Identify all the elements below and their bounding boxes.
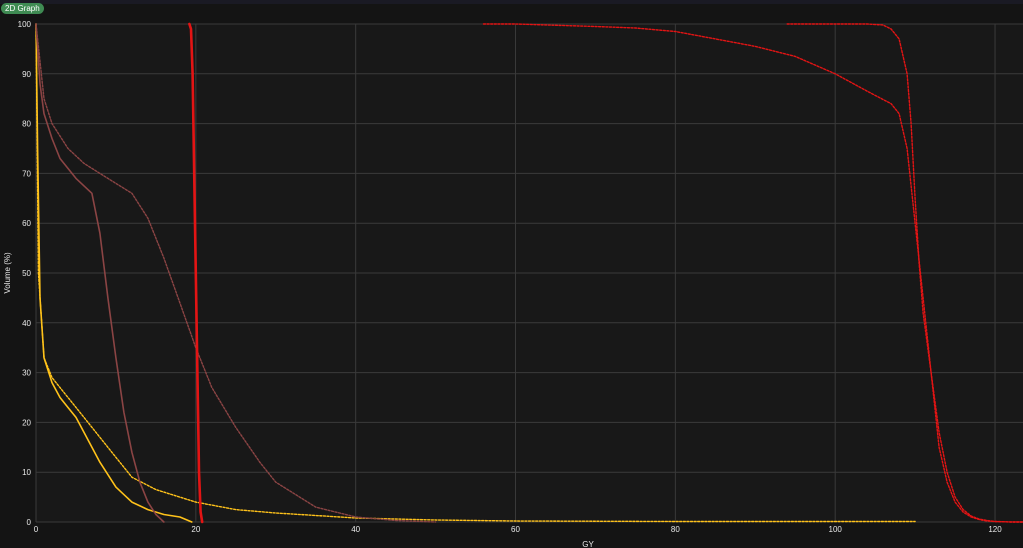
- y-tick-label: 0: [27, 518, 32, 527]
- y-tick-label: 10: [22, 468, 31, 477]
- y-tick-label: 30: [22, 369, 31, 378]
- x-tick-label: 100: [829, 525, 843, 534]
- y-tick-label: 50: [22, 269, 31, 278]
- y-tick-label: 60: [22, 219, 31, 228]
- y-tick-label: 90: [22, 70, 31, 79]
- x-tick-label: 20: [191, 525, 200, 534]
- y-tick-label: 100: [18, 20, 32, 29]
- x-tick-label: 80: [671, 525, 680, 534]
- y-tick-label: 20: [22, 418, 31, 427]
- y-tick-label: 80: [22, 120, 31, 129]
- y-tick-label: 40: [22, 319, 31, 328]
- y-tick-label: 70: [22, 169, 31, 178]
- x-tick-label: 40: [351, 525, 360, 534]
- dvh-chart: 0 10 20 30 40 50 60 70 80 90 100 0 20 40 60 80 100 120 Vo…: [3, 20, 1023, 548]
- x-axis-label: GY: [582, 540, 594, 548]
- x-tick-label: 120: [988, 525, 1002, 534]
- y-axis-label: Volume (%): [3, 252, 12, 294]
- x-tick-label: 0: [34, 525, 39, 534]
- x-tick-label: 60: [511, 525, 520, 534]
